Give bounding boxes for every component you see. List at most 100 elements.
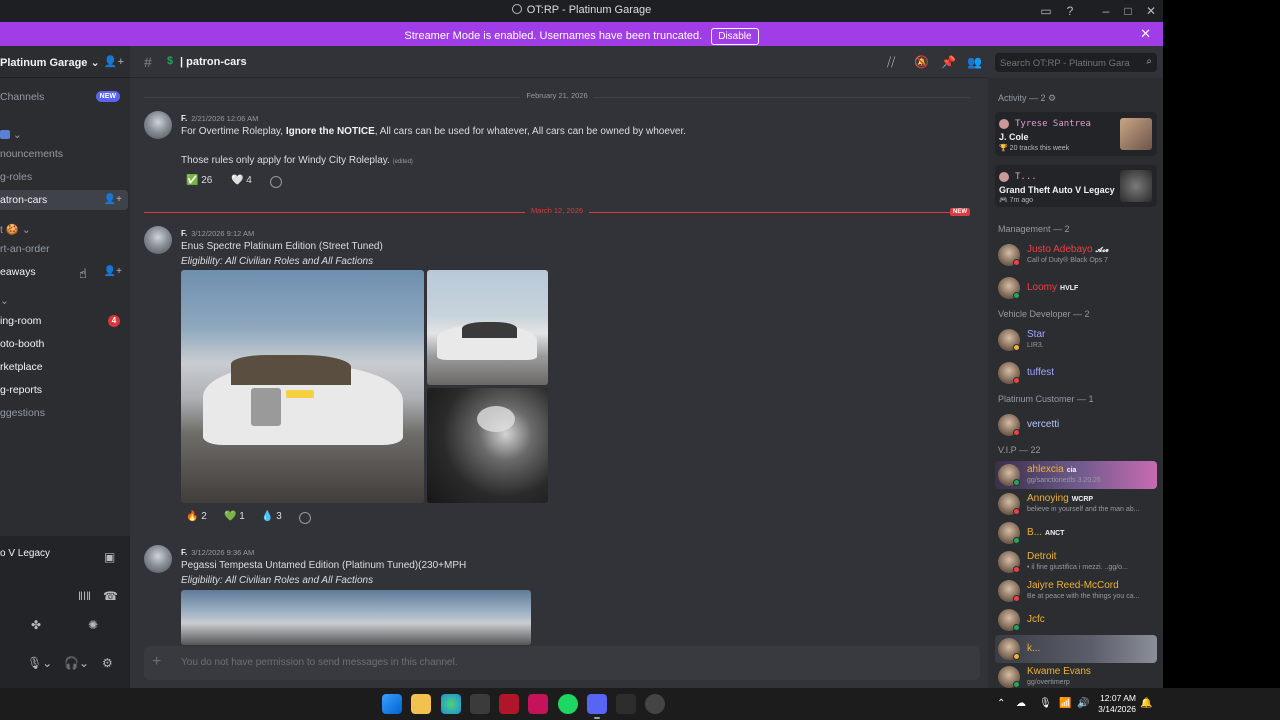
help-icon[interactable]: ? xyxy=(1062,3,1078,19)
soundboard-icon[interactable]: ǁǀǁ xyxy=(78,589,91,603)
member-name: Justo Adebayo 𝓐𝓬𝓮 xyxy=(1027,244,1109,255)
member-row[interactable]: Jaiyre Reed-McCord Be at peace with the t… xyxy=(995,577,1157,605)
member-row[interactable]: Star LIR3. xyxy=(995,326,1157,354)
author-name[interactable]: F. xyxy=(181,229,187,238)
edge-browser-icon[interactable] xyxy=(441,694,461,714)
car-image-rear[interactable] xyxy=(427,270,548,385)
timestamp: 3/12/2026 9:36 AM xyxy=(191,548,255,557)
notepad-icon[interactable] xyxy=(470,694,490,714)
search-bar[interactable]: ⌕ xyxy=(995,53,1157,73)
banner-close-icon[interactable]: ✕ xyxy=(1140,26,1151,42)
channel-giveaways[interactable]: eaways 👤+ xyxy=(0,262,128,282)
disable-streamer-mode-button[interactable]: Disable xyxy=(711,28,759,45)
activities-icon[interactable]: ✤ xyxy=(31,618,41,632)
notifications-bell-icon[interactable]: 🔔 xyxy=(1140,698,1152,709)
discord-window: OT:RP - Platinum Garage ▭ ? – □ ✕ Stream… xyxy=(0,0,1163,688)
search-input[interactable] xyxy=(995,54,1135,73)
reaction-fire[interactable]: 🔥 2 xyxy=(181,508,212,526)
member-row[interactable]: B... ANCT xyxy=(995,519,1157,547)
channel-start-an-order[interactable]: rt-an-order xyxy=(0,239,128,259)
app-icon[interactable] xyxy=(528,694,548,714)
discord-taskbar-icon[interactable] xyxy=(587,694,607,719)
activity-card[interactable]: T... Grand Theft Auto V Legacy 🎮 7m ago xyxy=(995,165,1157,207)
wifi-icon[interactable]: 📶 xyxy=(1059,698,1071,709)
member-status-text: • il fine giustifica i mezzi. ..gg/o... xyxy=(1027,564,1128,571)
channel-photo-booth[interactable]: oto-booth xyxy=(0,334,128,354)
search-icon: ⌕ xyxy=(1146,56,1152,67)
channel-announcements[interactable]: nouncements xyxy=(0,144,128,164)
effects-icon[interactable]: ✺ xyxy=(88,618,98,632)
mic-tray-icon[interactable]: 🎙 xyxy=(1039,698,1052,709)
system-clock[interactable]: 12:07 AM 3/14/2026 xyxy=(1096,693,1136,715)
author-avatar[interactable] xyxy=(144,545,172,573)
member-row[interactable]: Detroit • il fine giustifica i mezzi. ..g… xyxy=(995,548,1157,576)
channel-suggestions[interactable]: ggestions xyxy=(0,403,128,423)
file-explorer-icon[interactable] xyxy=(411,694,431,714)
chrome-icon[interactable] xyxy=(645,694,665,714)
headphones-icon[interactable]: 🎧⌄ xyxy=(64,656,89,670)
reaction-green-heart[interactable]: 💚 1 xyxy=(219,508,250,526)
minimize-button[interactable]: – xyxy=(1098,3,1114,19)
reaction-drop[interactable]: 💧 3 xyxy=(256,508,287,526)
pinned-messages-icon[interactable]: 📌 xyxy=(941,55,956,69)
banner-message: Streamer Mode is enabled. Usernames have… xyxy=(404,30,703,42)
author-avatar[interactable] xyxy=(144,226,172,254)
close-window-button[interactable]: ✕ xyxy=(1143,3,1159,19)
invite-people-icon[interactable]: 👤+ xyxy=(104,55,124,68)
author-avatar[interactable] xyxy=(144,111,172,139)
spotify-icon[interactable] xyxy=(558,694,578,714)
member-add-icon-2[interactable]: 👤+ xyxy=(104,262,122,282)
member-status-text: gg/sanctionedls 3.20.26 xyxy=(1027,477,1101,484)
inbox-icon[interactable]: ▭ xyxy=(1038,3,1054,19)
volume-icon[interactable]: 🔊 xyxy=(1077,698,1089,709)
server-icon xyxy=(511,4,522,14)
microphone-icon[interactable]: 🎙⌄ xyxy=(27,656,52,670)
attach-plus-icon: + xyxy=(152,653,162,670)
maximize-button[interactable]: □ xyxy=(1120,3,1136,19)
channel-bug-reports[interactable]: g-reports xyxy=(0,380,128,400)
settings-gear-icon[interactable]: ⚙ xyxy=(102,656,113,670)
member-add-icon[interactable]: 👤+ xyxy=(104,190,122,210)
member-row[interactable]: tuffest xyxy=(995,359,1157,387)
screen-share-icon[interactable]: ▣ xyxy=(104,550,115,564)
terminal-icon[interactable] xyxy=(616,694,636,714)
member-list-icon[interactable]: 👥 xyxy=(967,55,982,69)
author-name[interactable]: F. xyxy=(181,114,187,123)
member-row[interactable]: Kwame Evans gg/overtimerp xyxy=(995,663,1157,688)
member-row[interactable]: Loomy HVLF xyxy=(995,274,1157,302)
car-image-front[interactable] xyxy=(181,270,424,503)
channel-roles[interactable]: g-roles xyxy=(0,167,128,187)
add-reaction-icon[interactable] xyxy=(299,512,311,524)
channel-marketplace[interactable]: rketplace xyxy=(0,357,128,377)
notification-settings-icon[interactable]: 🔕 xyxy=(914,55,929,69)
tray-overflow-icon[interactable]: ⌃ xyxy=(997,698,1005,709)
threads-icon[interactable]: ⧸⧸ xyxy=(887,55,895,70)
channel-patron-cars[interactable]: atron-cars 👤+ xyxy=(0,190,128,210)
author-name[interactable]: F. xyxy=(181,548,187,557)
channel-waiting-room[interactable]: ing-room 4 xyxy=(0,311,128,331)
category-toggle[interactable]: ⌄ xyxy=(0,125,128,145)
window-title: OT:RP - Platinum Garage xyxy=(526,4,652,16)
category-toggle-2[interactable]: t 🍪 ⌄ xyxy=(0,220,128,240)
start-button[interactable] xyxy=(382,694,402,714)
member-row[interactable]: ahlexcia cia gg/sanctionedls 3.20.26 xyxy=(995,461,1157,489)
cloud-icon[interactable]: ☁ xyxy=(1016,698,1026,709)
reaction-heart[interactable]: 🤍 4 xyxy=(226,172,257,190)
activity-card[interactable]: Tyrese Santrea J. Cole 🏆 20 tracks this … xyxy=(995,112,1157,156)
member-row[interactable]: vercetti xyxy=(995,411,1157,439)
browse-channels[interactable]: Channels NEW xyxy=(0,87,128,107)
chat-header: # $ | patron-cars ⧸⧸ 🔕 📌 👥 xyxy=(130,46,988,78)
member-row[interactable]: Annoying WCRP believe in yourself and the … xyxy=(995,490,1157,518)
channel-name: | patron-cars xyxy=(180,56,247,68)
member-row[interactable]: Jcfc xyxy=(995,606,1157,634)
reaction-check[interactable]: ✅ 26 xyxy=(181,172,217,190)
server-header[interactable]: Platinum Garage ⌄ 👤+ xyxy=(0,46,130,78)
car-image-interior[interactable] xyxy=(427,388,548,503)
netflix-icon[interactable] xyxy=(499,694,519,714)
add-reaction-icon[interactable] xyxy=(270,176,282,188)
category-toggle-3[interactable]: ⌄ xyxy=(0,291,128,311)
member-row[interactable]: Justo Adebayo 𝓐𝓬𝓮 Call of Duty® Black Ops … xyxy=(995,241,1157,269)
disconnect-icon[interactable]: ☎ xyxy=(103,589,118,603)
member-row[interactable]: k... xyxy=(995,635,1157,663)
car-image-city[interactable] xyxy=(181,590,531,645)
